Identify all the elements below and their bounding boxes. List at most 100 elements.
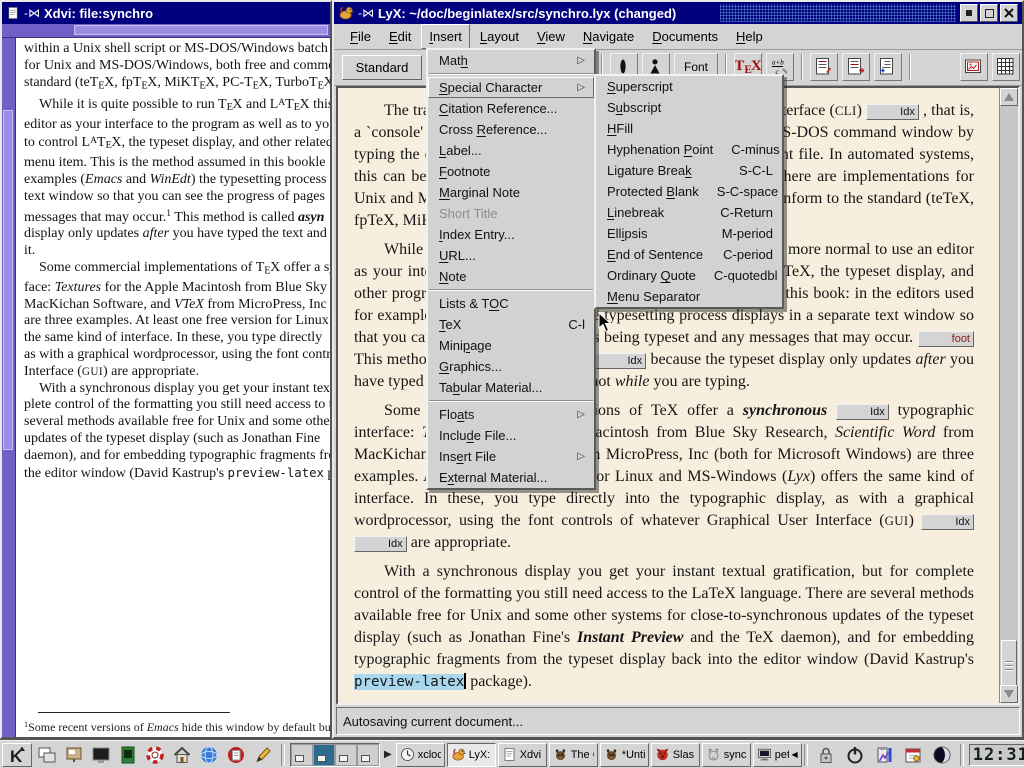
menubar-item-view[interactable]: View	[529, 24, 573, 49]
clock-applet[interactable]: 12:31	[969, 744, 1024, 766]
menu-item-cross-reference[interactable]: Cross Reference...	[428, 119, 594, 140]
launcher-home-button[interactable]	[169, 743, 195, 767]
menubar-item-navigate[interactable]: Navigate	[575, 24, 642, 49]
task-button-pete[interactable]: pete◀	[753, 743, 802, 767]
tray-power-button[interactable]	[842, 743, 868, 767]
task-button-xcloc[interactable]: xcloc	[396, 743, 445, 767]
menubar-item-help[interactable]: Help	[728, 24, 771, 49]
layout-combo[interactable]: Standard	[342, 55, 422, 80]
launcher-kvt-button[interactable]	[115, 743, 141, 767]
foot-inset-button[interactable]: foot	[918, 331, 974, 347]
toolbar-figure-button[interactable]	[960, 53, 988, 81]
menu-item-external-material[interactable]: External Material...	[428, 467, 594, 488]
idx-inset-button[interactable]: Idx	[836, 404, 889, 420]
task-button-the-g[interactable]: The G	[549, 743, 598, 767]
lyx-icon	[451, 747, 466, 762]
task-button-unti[interactable]: *Unti	[600, 743, 649, 767]
document-scrollbar[interactable]	[999, 88, 1018, 703]
lyx-titlebar[interactable]: -⋈ LyX: ~/doc/beginlatex/src/synchro.lyx…	[334, 2, 1022, 24]
menu-item-end-of-sentence[interactable]: End of SentenceC-period	[596, 244, 782, 265]
menu-item-lists-toc[interactable]: Lists & TOC	[428, 293, 594, 314]
menubar-item-documents[interactable]: Documents	[644, 24, 726, 49]
menu-item-special-character[interactable]: Special Character▷	[428, 77, 594, 98]
menubar-item-insert[interactable]: Insert	[421, 24, 470, 49]
menu-item-superscript[interactable]: Superscript	[596, 76, 782, 97]
menu-item-math[interactable]: Math▷	[428, 50, 594, 71]
dvi-text-line: the same kind of interface. In these, yo…	[24, 330, 330, 347]
menu-item-hyphenation-point[interactable]: Hyphenation PointC-minus	[596, 139, 782, 160]
launcher-edit-button[interactable]	[250, 743, 276, 767]
close-button[interactable]	[1000, 4, 1018, 22]
idx-inset-button[interactable]: Idx	[921, 514, 974, 530]
xdvi-vertical-scrollbar[interactable]	[2, 38, 16, 737]
menu-item-note[interactable]: Note	[428, 266, 594, 287]
k-menu-button[interactable]: K	[2, 743, 32, 767]
task-button-xdvi[interactable]: Xdvi	[498, 743, 547, 767]
launcher-news-button[interactable]	[223, 743, 249, 767]
depth-icon	[878, 57, 898, 77]
window-pin-icon[interactable]: -⋈	[358, 6, 374, 20]
xdvi-titlebar[interactable]: -⋈ Xdvi: file:synchro	[2, 2, 330, 24]
menu-item-marginal-note[interactable]: Marginal Note	[428, 182, 594, 203]
pager-desktop-4[interactable]	[357, 744, 379, 766]
menu-item-index-entry[interactable]: Index Entry...	[428, 224, 594, 245]
launcher-terminal-button[interactable]	[88, 743, 114, 767]
menu-item-url[interactable]: URL...	[428, 245, 594, 266]
task-button-slas[interactable]: Slas	[651, 743, 700, 767]
menubar-item-layout[interactable]: Layout	[472, 24, 527, 49]
idx-inset-button[interactable]: Idx	[354, 536, 407, 552]
menu-item-graphics[interactable]: Graphics...	[428, 356, 594, 377]
menu-item-insert-file[interactable]: Insert File▷	[428, 446, 594, 467]
menu-item-label: Minipage	[439, 338, 492, 353]
scroll-up-button[interactable]	[1000, 88, 1018, 106]
tray-organizer-button[interactable]	[900, 743, 926, 767]
maximize-button[interactable]	[980, 4, 998, 22]
xdvi-horizontal-scrollbar[interactable]	[2, 24, 330, 38]
menu-item-floats[interactable]: Floats▷	[428, 404, 594, 425]
pager-desktop-1[interactable]	[291, 744, 313, 766]
menu-item-subscript[interactable]: Subscript	[596, 97, 782, 118]
toolbar-footnote-button[interactable]	[810, 53, 838, 81]
idx-inset-button[interactable]: Idx	[866, 104, 919, 120]
menubar-item-file[interactable]: File	[342, 24, 379, 49]
tray-klipper-button[interactable]	[871, 743, 897, 767]
xdvi-hscroll-thumb[interactable]	[74, 25, 328, 35]
menu-item-menu-separator[interactable]: Menu Separator	[596, 286, 782, 307]
menu-item-linebreak[interactable]: LinebreakC-Return	[596, 202, 782, 223]
pager-desktop-2[interactable]	[313, 744, 335, 766]
tray-moon-button[interactable]	[929, 743, 955, 767]
tray-lock-button[interactable]	[813, 743, 839, 767]
task-button-sync[interactable]: sync	[702, 743, 751, 767]
menu-item-ellipsis[interactable]: EllipsisM-period	[596, 223, 782, 244]
desktop-pager[interactable]	[290, 743, 380, 767]
launcher-windows-button[interactable]	[34, 743, 60, 767]
task-button-lyx[interactable]: LyX:	[447, 743, 496, 767]
scroll-down-button[interactable]	[1000, 685, 1018, 703]
launcher-globe-button[interactable]	[196, 743, 222, 767]
menu-item-include-file[interactable]: Include File...	[428, 425, 594, 446]
minimize-button[interactable]	[960, 4, 978, 22]
launcher-help-button[interactable]	[142, 743, 168, 767]
toolbar-table-button[interactable]	[992, 53, 1020, 81]
menu-item-short-title[interactable]: Short Title	[428, 203, 594, 224]
document-paragraph[interactable]: With a synchronous display you get your …	[354, 561, 974, 693]
launcher-desktop-button[interactable]	[61, 743, 87, 767]
task-scroll-left-icon[interactable]: ▶	[382, 749, 394, 760]
menu-item-tabular-material[interactable]: Tabular Material...	[428, 377, 594, 398]
menu-item-protected-blank[interactable]: Protected BlankS-C-space	[596, 181, 782, 202]
menubar-item-edit[interactable]: Edit	[381, 24, 419, 49]
pager-desktop-3[interactable]	[335, 744, 357, 766]
menu-item-ordinary-quote[interactable]: Ordinary QuoteC-quotedbl	[596, 265, 782, 286]
toolbar-marginpar-button[interactable]	[842, 53, 870, 81]
idx-inset-button[interactable]: Idx	[593, 353, 646, 369]
toolbar-depth-button[interactable]	[874, 53, 902, 81]
menu-item-ligature-break[interactable]: Ligature BreakS-C-L	[596, 160, 782, 181]
menu-item-tex[interactable]: TeXC-l	[428, 314, 594, 335]
menu-item-hfill[interactable]: HFill	[596, 118, 782, 139]
menu-item-citation-reference[interactable]: Citation Reference...	[428, 98, 594, 119]
window-pin-icon[interactable]: -⋈	[24, 6, 40, 20]
menu-item-minipage[interactable]: Minipage	[428, 335, 594, 356]
menu-item-footnote[interactable]: Footnote	[428, 161, 594, 182]
menu-item-label[interactable]: Label...	[428, 140, 594, 161]
xdvi-vscroll-thumb[interactable]	[3, 110, 13, 450]
